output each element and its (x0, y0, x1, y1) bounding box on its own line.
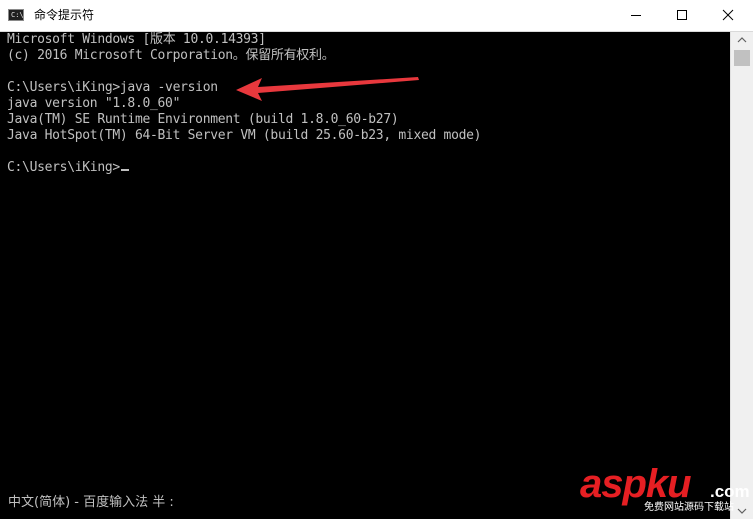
minimize-icon (631, 15, 641, 16)
close-icon (722, 9, 734, 21)
chevron-up-icon (737, 37, 747, 43)
cmd-icon-glyph: C:\ (11, 11, 24, 19)
console-line: Java(TM) SE Runtime Environment (build 1… (7, 112, 399, 127)
vertical-scrollbar[interactable] (730, 32, 753, 519)
console-output[interactable]: Microsoft Windows [版本 10.0.14393] (c) 20… (0, 32, 730, 519)
console-line: (c) 2016 Microsoft Corporation。保留所有权利。 (7, 48, 335, 63)
window-title: 命令提示符 (34, 8, 95, 22)
watermark-suffix: .com (710, 482, 750, 501)
watermark-tagline: 免费网站源码下载站 (644, 502, 734, 513)
aspku-watermark: aspku .com 免费网站源码下载站 (580, 462, 750, 518)
scroll-up-button[interactable] (731, 32, 753, 49)
console-line: Microsoft Windows [版本 10.0.14393] (7, 32, 266, 47)
minimize-button[interactable] (613, 0, 659, 31)
console-line: Java HotSpot(TM) 64-Bit Server VM (build… (7, 128, 482, 143)
title-bar[interactable]: C:\ 命令提示符 (0, 0, 753, 32)
close-button[interactable] (705, 0, 751, 31)
console-line: C:\Users\iKing>java -version (7, 80, 218, 95)
watermark-brand: aspku (580, 462, 692, 506)
red-arrow-annotation (236, 77, 419, 101)
cmd-app-icon[interactable]: C:\ (8, 9, 24, 21)
text-cursor (120, 169, 129, 171)
ime-status: 中文(简体) - 百度输入法 半 : (8, 495, 174, 510)
console-line: java version "1.8.0_60" (7, 96, 181, 111)
prompt-text: C:\Users\iKing> (7, 160, 120, 175)
prompt-line[interactable]: C:\Users\iKing> (7, 160, 129, 176)
scroll-thumb[interactable] (734, 50, 750, 66)
command-prompt-window: C:\ 命令提示符 Microsoft Windows [版本 10.0.143… (0, 0, 753, 519)
maximize-icon (677, 10, 687, 20)
maximize-button[interactable] (659, 0, 705, 31)
